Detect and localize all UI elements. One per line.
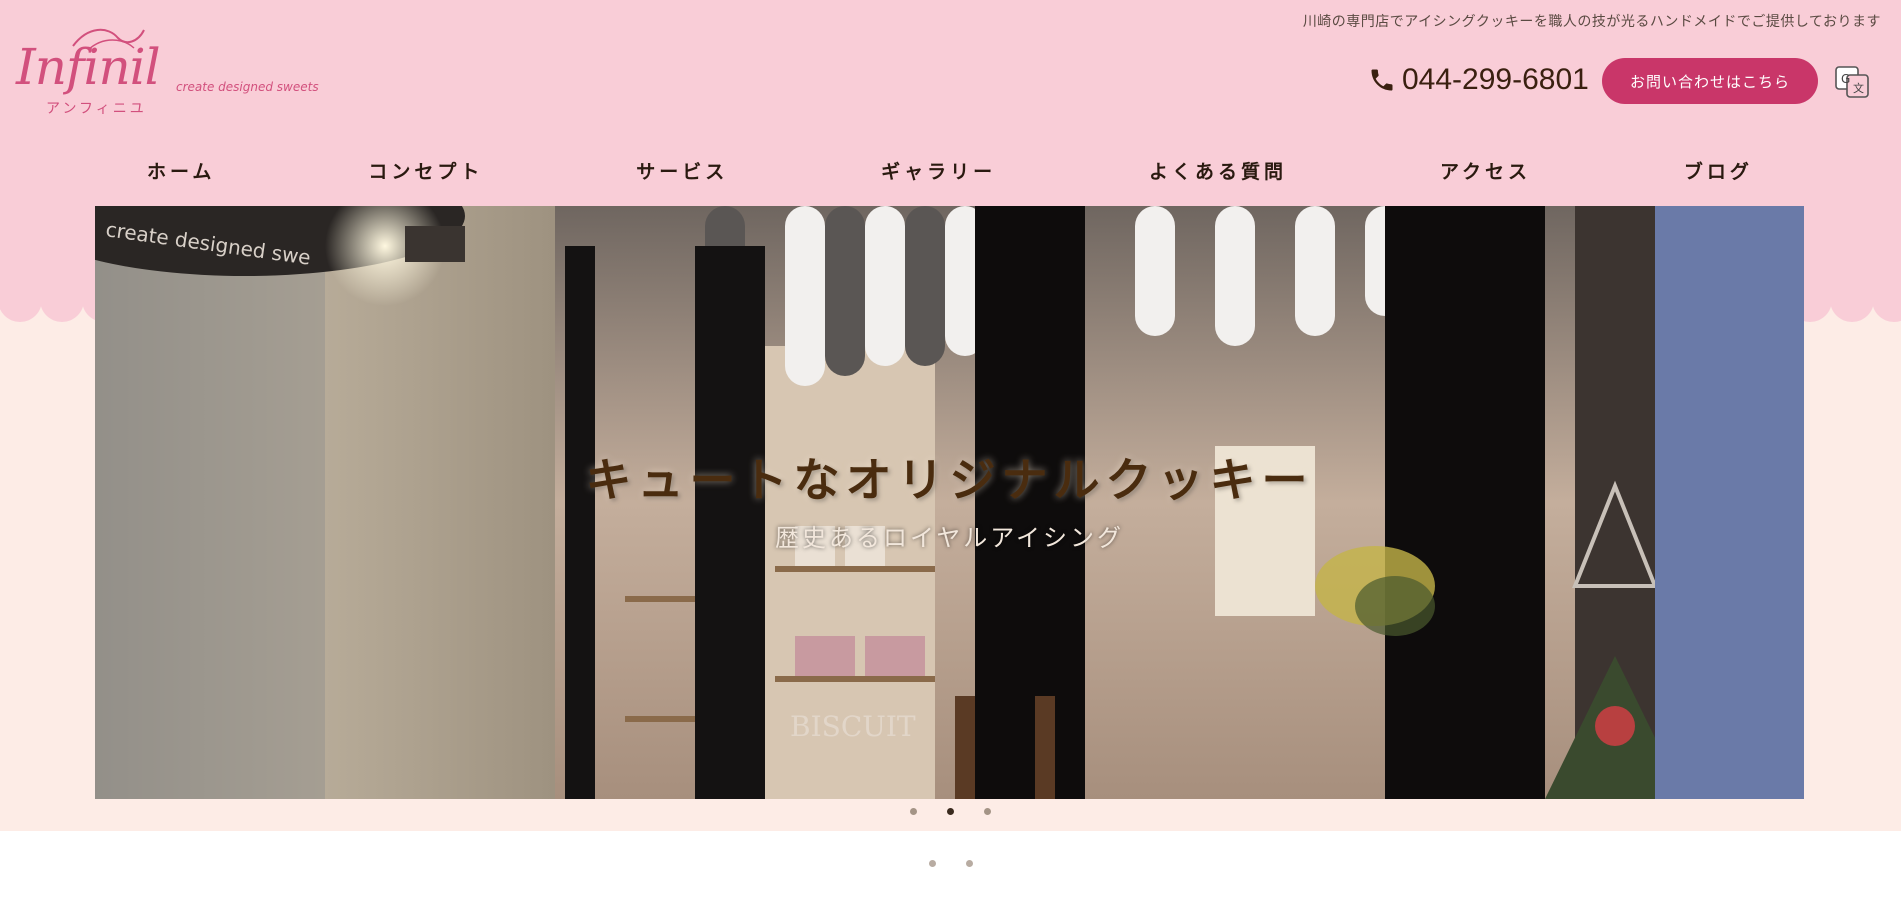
hero-caption: キュートなオリジナルクッキー 歴史あるロイヤルアイシング [95, 206, 1804, 799]
nav-item-home[interactable]: ホーム [147, 157, 215, 184]
nav-item-faq[interactable]: よくある質問 [1149, 157, 1287, 184]
nav-item-gallery[interactable]: ギャラリー [881, 157, 996, 184]
svg-text:文: 文 [1853, 81, 1864, 95]
hero-title: キュートなオリジナルクッキー [585, 453, 1314, 507]
logo-subtitle: create designed sweets [176, 80, 319, 94]
logo-kana: アンフィニユ [46, 101, 147, 117]
contact-button[interactable]: お問い合わせはこちら [1602, 58, 1818, 104]
secondary-slider-dots [0, 860, 1901, 867]
phone-icon [1371, 69, 1393, 91]
main-nav: ホーム コンセプト サービス ギャラリー よくある質問 アクセス ブログ [95, 152, 1805, 188]
hero-subtitle: 歴史あるロイヤルアイシング [774, 524, 1125, 552]
phone-number[interactable]: 044-299-6801 [1402, 63, 1589, 97]
secondary-dot-2[interactable] [965, 860, 973, 867]
slider-dot-2[interactable] [947, 808, 954, 815]
nav-item-concept[interactable]: コンセプト [368, 157, 483, 184]
site-logo[interactable]: Infinil create designed sweets アンフィニユ [16, 24, 336, 120]
secondary-dot-1[interactable] [928, 860, 936, 867]
hero-slider[interactable]: create designed swe BISCUIT キュートなオリジナルクッ… [95, 206, 1804, 799]
slider-dot-3[interactable] [984, 808, 991, 815]
google-translate-icon[interactable]: G 文 [1834, 64, 1870, 100]
nav-item-access[interactable]: アクセス [1440, 157, 1531, 184]
slider-dots [0, 808, 1901, 815]
svg-text:G: G [1841, 72, 1850, 86]
nav-item-service[interactable]: サービス [636, 157, 728, 184]
phone-contact[interactable]: 044-299-6801 [1368, 60, 1589, 100]
nav-item-blog[interactable]: ブログ [1684, 157, 1753, 184]
slider-dot-1[interactable] [910, 808, 917, 815]
logo-script: Infinil [16, 38, 161, 96]
header-tagline: 川崎の専門店でアイシングクッキーを職人の技が光るハンドメイドでご提供しております [1302, 14, 1881, 30]
